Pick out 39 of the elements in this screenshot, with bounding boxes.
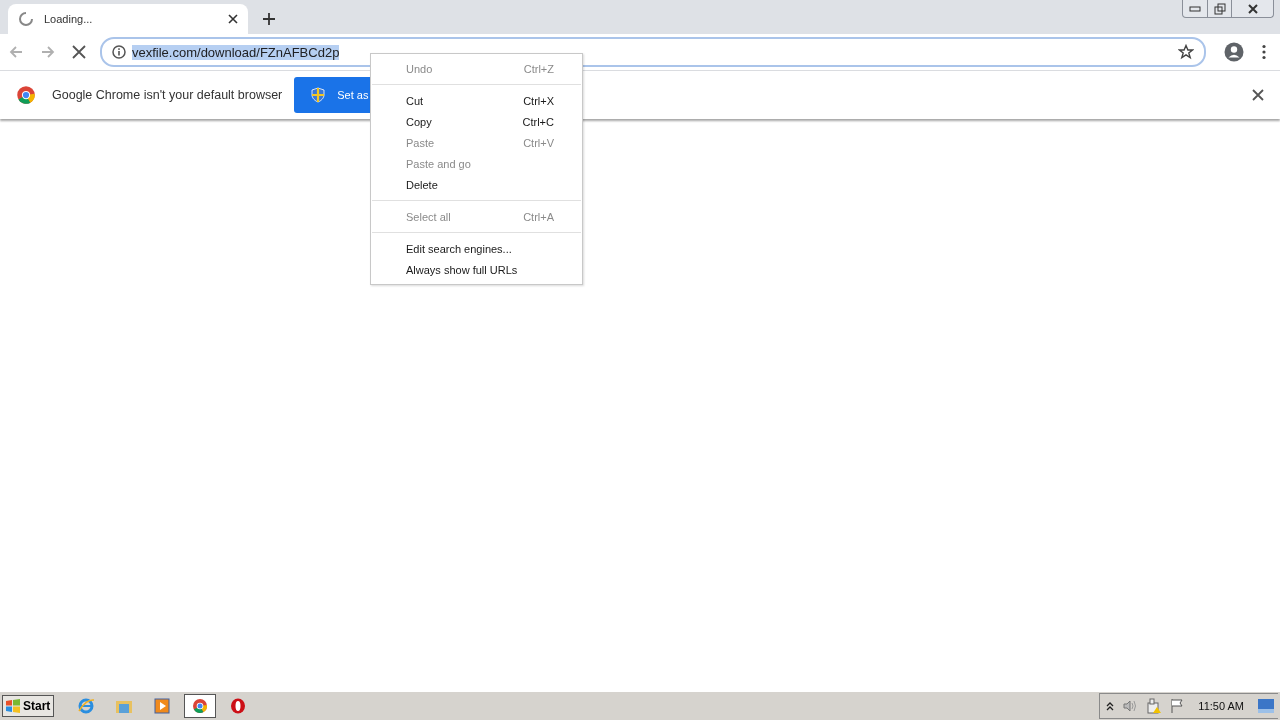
shortcut-text: Ctrl+C — [522, 115, 554, 128]
menu-button[interactable] — [1262, 44, 1266, 60]
menu-item[interactable]: Copy Ctrl+C — [371, 111, 582, 132]
close-infobar-button[interactable] — [1252, 89, 1264, 101]
ie-icon — [77, 697, 95, 715]
speaker-icon — [1122, 699, 1139, 713]
stop-loading-button[interactable] — [72, 45, 86, 59]
menu-item[interactable]: Edit search engines... — [371, 238, 582, 259]
close-icon — [1246, 3, 1259, 14]
infobar-message: Google Chrome isn't your default browser — [52, 88, 283, 102]
url-text: vexfile.com/download/FZnAFBCd2p — [132, 44, 340, 60]
clock: 11:50 AM — [1198, 700, 1244, 712]
bookmark-star-button[interactable] — [1178, 44, 1194, 60]
flag-icon — [1170, 698, 1185, 714]
minimize-icon — [1189, 5, 1201, 12]
network-warning-icon — [1146, 698, 1163, 714]
shield-icon — [310, 87, 327, 103]
chrome-icon — [16, 85, 36, 105]
new-tab-button[interactable] — [262, 12, 276, 26]
chrome-icon — [192, 698, 208, 714]
menu-item[interactable]: Delete — [371, 174, 582, 195]
windows-logo-icon — [5, 699, 21, 713]
info-icon — [112, 45, 126, 59]
opera-icon — [230, 698, 246, 714]
shortcut-text: Ctrl+X — [523, 94, 554, 107]
start-button[interactable]: Start — [2, 695, 54, 717]
chevron-up-icon — [1106, 701, 1115, 711]
menu-item[interactable]: Always show full URLs — [371, 259, 582, 280]
show-desktop-icon — [1258, 699, 1274, 713]
folder-icon — [115, 698, 133, 714]
shortcut-text: Ctrl+V — [523, 136, 554, 149]
close-tab-button[interactable] — [228, 14, 238, 24]
tab-title: Loading... — [44, 13, 94, 25]
taskbar-app-button[interactable] — [184, 694, 216, 718]
restore-icon — [1213, 2, 1226, 15]
browser-tab[interactable]: Loading... — [8, 4, 248, 34]
media-player-icon — [154, 698, 170, 714]
shortcut-text: Ctrl+A — [523, 210, 554, 223]
profile-button[interactable] — [1224, 42, 1244, 62]
